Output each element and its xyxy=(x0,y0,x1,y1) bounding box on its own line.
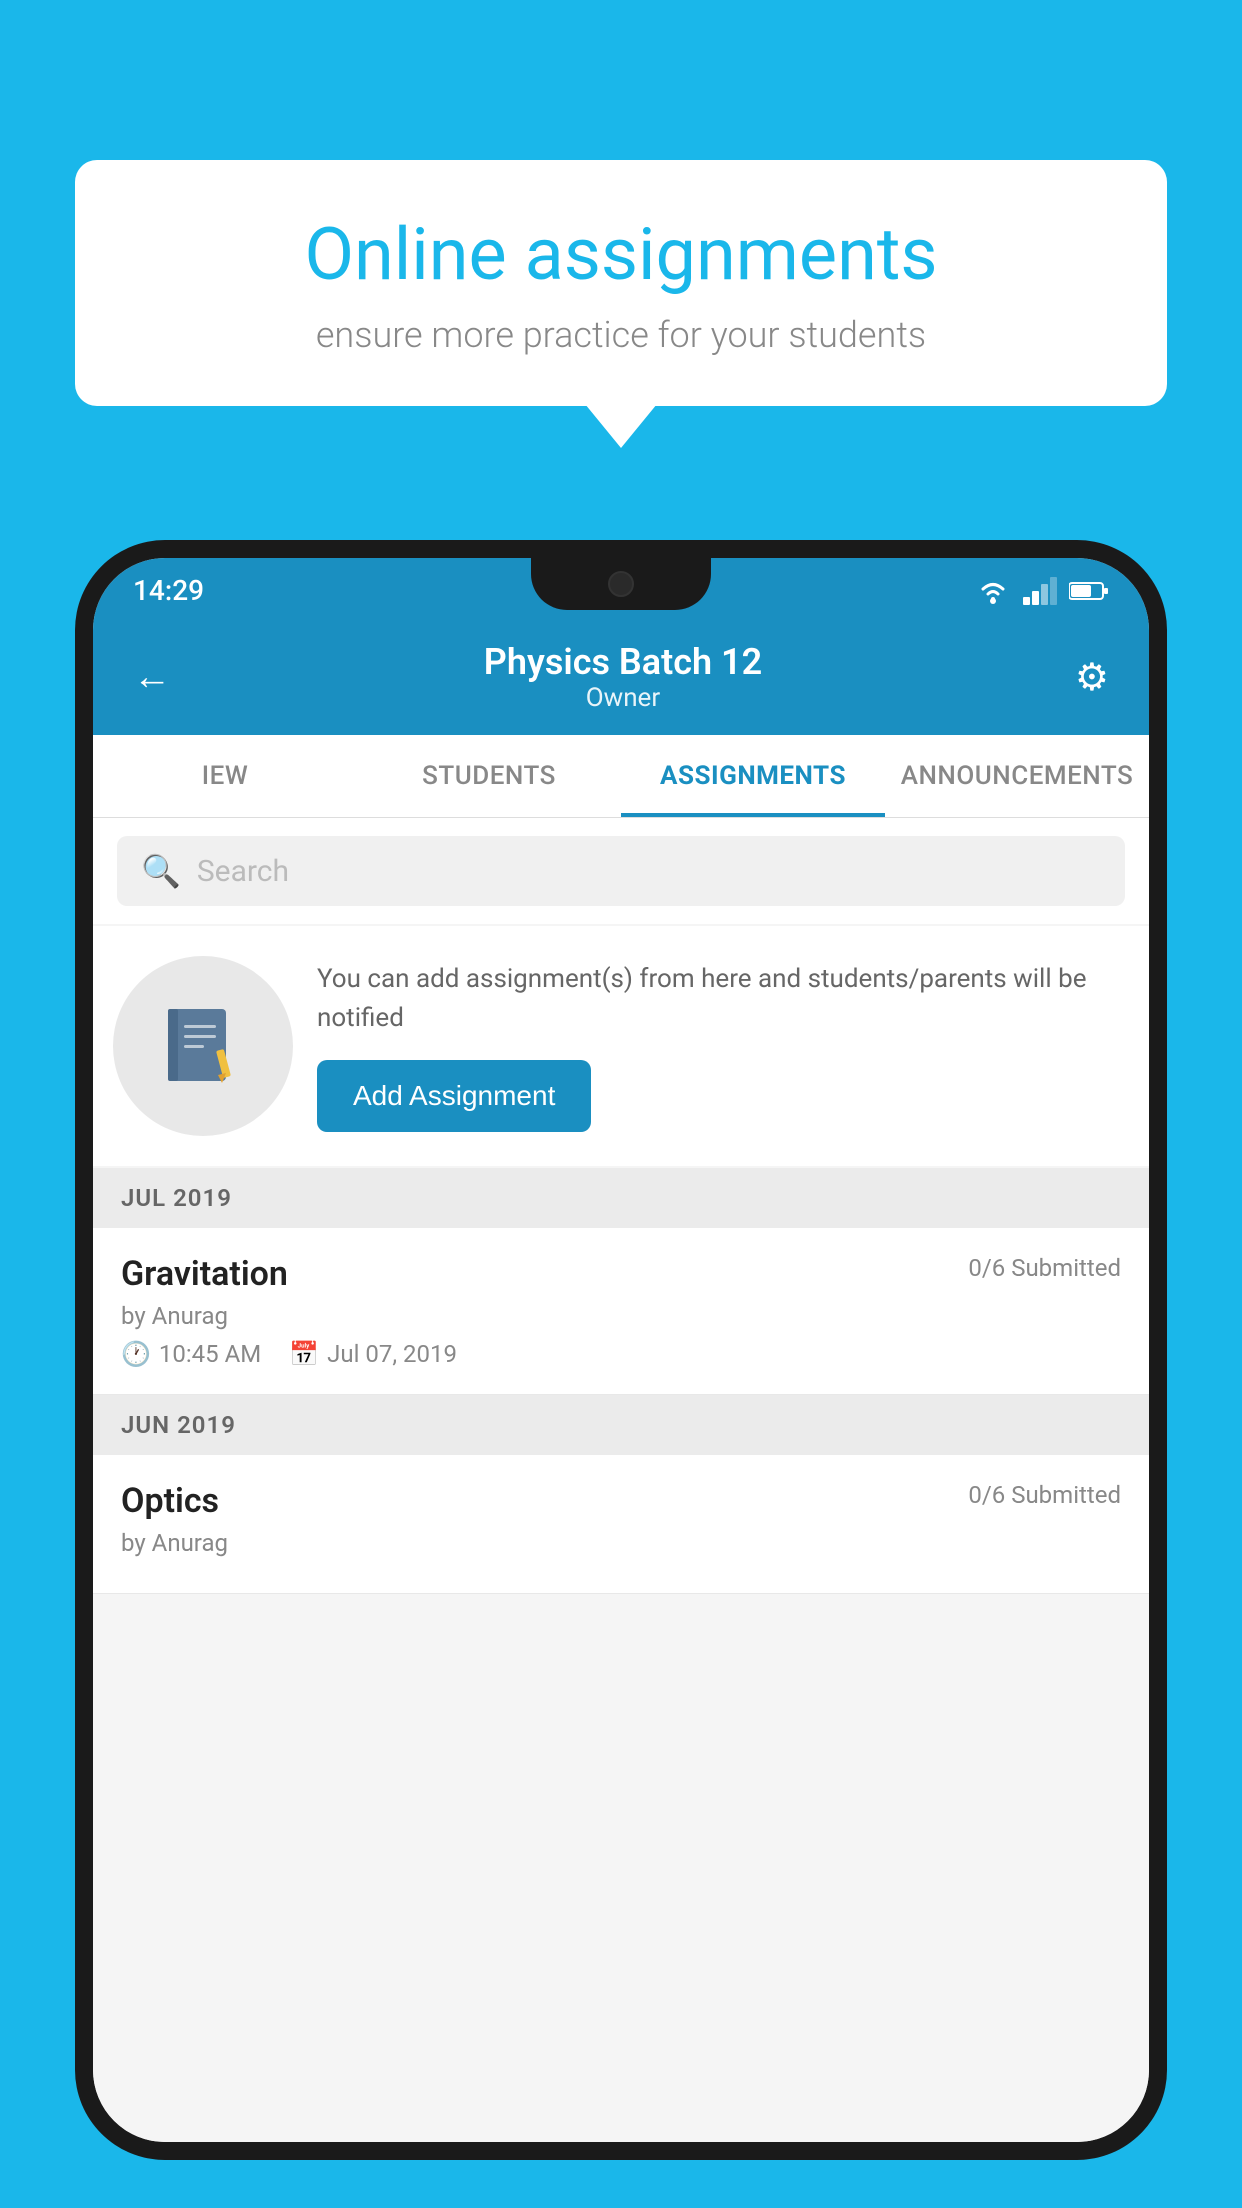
phone-wrapper: 14:29 xyxy=(75,540,1167,2208)
status-time: 14:29 xyxy=(133,574,204,607)
header-subtitle: Owner xyxy=(484,683,762,713)
phone-screen: 14:29 xyxy=(93,558,1149,2142)
section-header-jul: JUL 2019 xyxy=(93,1168,1149,1228)
speech-bubble-title: Online assignments xyxy=(135,215,1107,294)
assignment-row1-optics: Optics 0/6 Submitted xyxy=(121,1481,1121,1521)
add-assignment-button[interactable]: Add Assignment xyxy=(317,1060,591,1132)
assignment-meta: 🕐 10:45 AM 📅 Jul 07, 2019 xyxy=(121,1340,1121,1368)
assignment-item-optics[interactable]: Optics 0/6 Submitted by Anurag xyxy=(93,1455,1149,1594)
phone-outer: 14:29 xyxy=(75,540,1167,2160)
meta-time: 🕐 10:45 AM xyxy=(121,1340,261,1368)
promo-icon-circle xyxy=(113,956,293,1136)
promo-content: You can add assignment(s) from here and … xyxy=(317,960,1119,1132)
status-icons xyxy=(975,577,1109,605)
assignment-item-gravitation[interactable]: Gravitation 0/6 Submitted by Anurag 🕐 10… xyxy=(93,1228,1149,1395)
tab-announcements[interactable]: ANNOUNCEMENTS xyxy=(885,735,1149,817)
tabs-bar: IEW STUDENTS ASSIGNMENTS ANNOUNCEMENTS xyxy=(93,735,1149,818)
meta-date: 📅 Jul 07, 2019 xyxy=(289,1340,457,1368)
section-header-jun: JUN 2019 xyxy=(93,1395,1149,1455)
search-placeholder: Search xyxy=(197,854,289,889)
battery-icon xyxy=(1069,580,1109,602)
search-icon: 🔍 xyxy=(141,852,181,890)
search-container: 🔍 Search xyxy=(93,818,1149,924)
speech-bubble-subtitle: ensure more practice for your students xyxy=(135,314,1107,356)
phone-notch xyxy=(531,558,711,610)
speech-bubble: Online assignments ensure more practice … xyxy=(75,160,1167,406)
tab-assignments[interactable]: ASSIGNMENTS xyxy=(621,735,885,817)
wifi-icon xyxy=(975,577,1011,605)
assignment-submitted-optics: 0/6 Submitted xyxy=(968,1481,1121,1509)
calendar-icon: 📅 xyxy=(289,1340,319,1368)
tab-iew[interactable]: IEW xyxy=(93,735,357,817)
content-area: 🔍 Search xyxy=(93,818,1149,2142)
back-button[interactable]: ← xyxy=(133,655,171,699)
promo-text: You can add assignment(s) from here and … xyxy=(317,960,1119,1038)
assignment-by-optics: by Anurag xyxy=(121,1529,1121,1557)
assignment-time: 10:45 AM xyxy=(159,1340,261,1368)
assignment-submitted: 0/6 Submitted xyxy=(968,1254,1121,1282)
settings-icon[interactable]: ⚙ xyxy=(1075,655,1109,700)
tab-students[interactable]: STUDENTS xyxy=(357,735,621,817)
header-title-area: Physics Batch 12 Owner xyxy=(484,641,762,713)
search-input-wrapper[interactable]: 🔍 Search xyxy=(117,836,1125,906)
assignment-by: by Anurag xyxy=(121,1302,1121,1330)
signal-icon xyxy=(1023,577,1057,605)
clock-icon: 🕐 xyxy=(121,1340,151,1368)
notebook-icon xyxy=(158,1001,248,1091)
header-title: Physics Batch 12 xyxy=(484,641,762,683)
assignment-name-optics: Optics xyxy=(121,1481,219,1521)
assignment-row1: Gravitation 0/6 Submitted xyxy=(121,1254,1121,1294)
promo-section: You can add assignment(s) from here and … xyxy=(93,926,1149,1166)
assignment-date: Jul 07, 2019 xyxy=(327,1340,457,1368)
app-header: ← Physics Batch 12 Owner ⚙ xyxy=(93,623,1149,735)
phone-camera xyxy=(608,571,634,597)
assignment-name: Gravitation xyxy=(121,1254,288,1294)
speech-bubble-container: Online assignments ensure more practice … xyxy=(75,160,1167,406)
